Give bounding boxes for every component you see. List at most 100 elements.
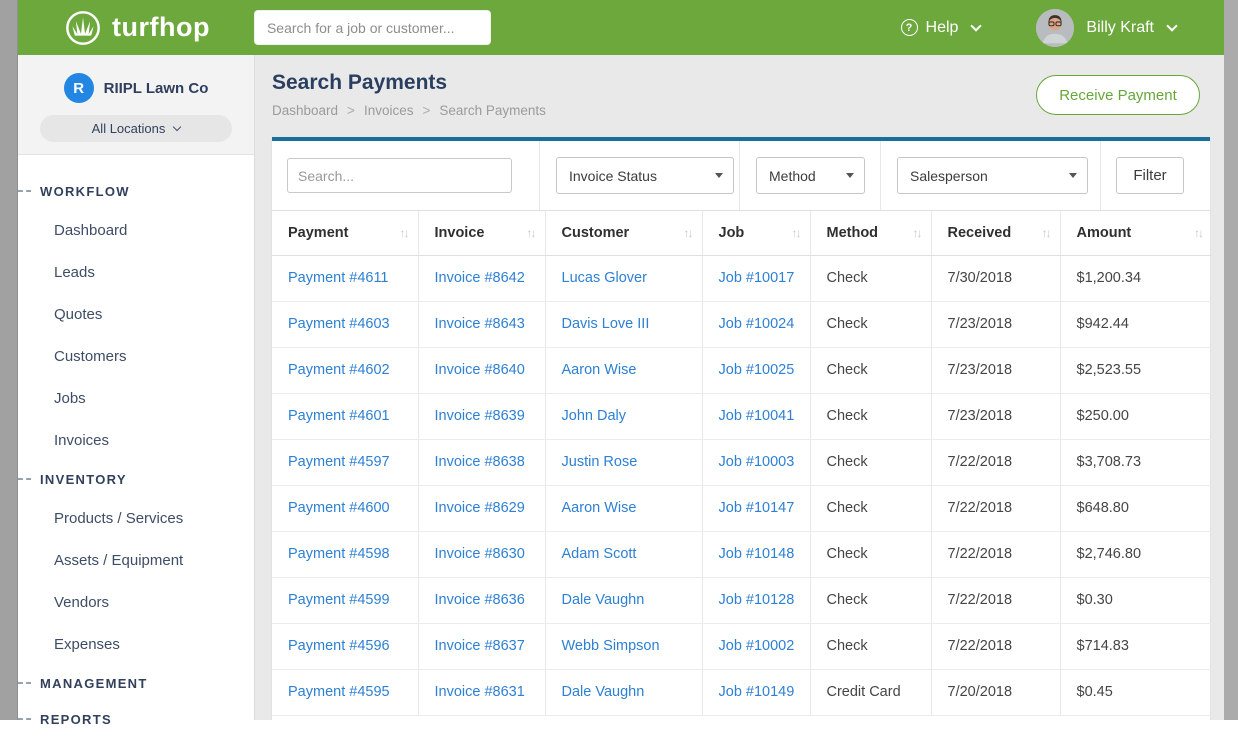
sidebar-item-quotes[interactable]: Quotes	[18, 293, 254, 335]
sort-icon[interactable]: ↑↓	[792, 226, 800, 240]
invoice-link[interactable]: Invoice #8639	[418, 393, 545, 439]
help-menu[interactable]: ? Help	[901, 19, 981, 37]
method-cell: Check	[810, 301, 931, 347]
locations-dropdown[interactable]: All Locations	[40, 115, 232, 142]
user-avatar[interactable]	[1036, 9, 1074, 47]
brand-name: turfhop	[112, 12, 210, 43]
sidebar-item-customers[interactable]: Customers	[18, 335, 254, 377]
user-menu[interactable]: Billy Kraft	[1086, 19, 1176, 37]
sort-icon[interactable]: ↑↓	[913, 226, 921, 240]
payment-link[interactable]: Payment #4598	[272, 531, 418, 577]
job-link[interactable]: Job #10024	[702, 301, 810, 347]
sidebar: R RIIPL Lawn Co All Locations WORKFLOW D…	[18, 55, 255, 720]
customer-link[interactable]: Adam Scott	[545, 531, 702, 577]
invoice-link[interactable]: Invoice #8629	[418, 485, 545, 531]
payment-link[interactable]: Payment #4601	[272, 393, 418, 439]
job-link[interactable]: Job #10017	[702, 255, 810, 301]
sidebar-item-expenses[interactable]: Expenses	[18, 623, 254, 665]
customer-link[interactable]: Davis Love III	[545, 301, 702, 347]
job-link[interactable]: Job #10041	[702, 393, 810, 439]
column-header-invoice[interactable]: Invoice↑↓	[418, 211, 545, 255]
invoice-status-select[interactable]: Invoice Status	[556, 157, 734, 194]
job-link[interactable]: Job #10148	[702, 531, 810, 577]
table-search-input[interactable]	[287, 158, 512, 193]
section-heading-workflow[interactable]: WORKFLOW	[18, 173, 254, 209]
column-header-received[interactable]: Received↑↓	[931, 211, 1060, 255]
customer-link[interactable]: Webb Simpson	[545, 623, 702, 669]
sidebar-item-dashboard[interactable]: Dashboard	[18, 209, 254, 251]
section-heading-inventory[interactable]: INVENTORY	[18, 461, 254, 497]
method-cell: Check	[810, 255, 931, 301]
column-header-method[interactable]: Method↑↓	[810, 211, 931, 255]
breadcrumb-separator: >	[347, 103, 355, 118]
sidebar-item-jobs[interactable]: Jobs	[18, 377, 254, 419]
filter-button[interactable]: Filter	[1116, 157, 1184, 194]
table-row: Payment #4599 Invoice #8636 Dale Vaughn …	[272, 577, 1212, 623]
payment-link[interactable]: Payment #4597	[272, 439, 418, 485]
invoice-link[interactable]: Invoice #8638	[418, 439, 545, 485]
brand-logo[interactable]: turfhop	[64, 9, 210, 47]
method-cell: Check	[810, 577, 931, 623]
receive-payment-button[interactable]: Receive Payment	[1036, 75, 1200, 115]
payment-link[interactable]: Payment #4599	[272, 577, 418, 623]
payment-link[interactable]: Payment #4611	[272, 255, 418, 301]
column-header-payment[interactable]: Payment↑↓	[272, 211, 418, 255]
user-name: Billy Kraft	[1086, 19, 1154, 37]
section-heading-management[interactable]: MANAGEMENT	[18, 665, 254, 701]
invoice-link[interactable]: Invoice #8642	[418, 255, 545, 301]
job-link[interactable]: Job #10003	[702, 439, 810, 485]
customer-link[interactable]: Aaron Wise	[545, 485, 702, 531]
dropdown-arrow-icon	[715, 173, 723, 178]
sort-icon[interactable]: ↑↓	[527, 226, 535, 240]
column-header-amount[interactable]: Amount↑↓	[1060, 211, 1212, 255]
customer-link[interactable]: Dale Vaughn	[545, 577, 702, 623]
sidebar-item-invoices[interactable]: Invoices	[18, 419, 254, 461]
invoice-link[interactable]: Invoice #8630	[418, 531, 545, 577]
global-search-input[interactable]	[254, 10, 491, 45]
customer-link[interactable]: John Daly	[545, 393, 702, 439]
left-scrollbar[interactable]	[0, 0, 18, 720]
column-header-customer[interactable]: Customer↑↓	[545, 211, 702, 255]
method-cell: Check	[810, 531, 931, 577]
sort-icon[interactable]: ↑↓	[1194, 226, 1202, 240]
job-link[interactable]: Job #10002	[702, 623, 810, 669]
amount-cell: $0.45	[1060, 669, 1212, 715]
customer-link[interactable]: Aaron Wise	[545, 347, 702, 393]
job-link[interactable]: Job #10149	[702, 669, 810, 715]
payment-link[interactable]: Payment #4595	[272, 669, 418, 715]
job-link[interactable]: Job #10147	[702, 485, 810, 531]
customer-link[interactable]: Dale Vaughn	[545, 669, 702, 715]
sidebar-item-vendors[interactable]: Vendors	[18, 581, 254, 623]
invoice-link[interactable]: Invoice #8640	[418, 347, 545, 393]
column-header-job[interactable]: Job↑↓	[702, 211, 810, 255]
customer-link[interactable]: Lucas Glover	[545, 255, 702, 301]
payment-link[interactable]: Payment #4603	[272, 301, 418, 347]
sidebar-item-products-services[interactable]: Products / Services	[18, 497, 254, 539]
customer-link[interactable]: Justin Rose	[545, 439, 702, 485]
sort-icon[interactable]: ↑↓	[400, 226, 408, 240]
received-cell: 7/22/2018	[931, 439, 1060, 485]
job-link[interactable]: Job #10025	[702, 347, 810, 393]
salesperson-select[interactable]: Salesperson	[897, 157, 1088, 194]
invoice-link[interactable]: Invoice #8636	[418, 577, 545, 623]
sort-icon[interactable]: ↑↓	[684, 226, 692, 240]
dropdown-arrow-icon	[846, 173, 854, 178]
payment-link[interactable]: Payment #4596	[272, 623, 418, 669]
section-heading-reports[interactable]: REPORTS	[18, 701, 254, 737]
invoice-link[interactable]: Invoice #8643	[418, 301, 545, 347]
sidebar-item-leads[interactable]: Leads	[18, 251, 254, 293]
table-row: Payment #4611 Invoice #8642 Lucas Glover…	[272, 255, 1212, 301]
method-select[interactable]: Method	[756, 157, 865, 194]
breadcrumb-dashboard[interactable]: Dashboard	[272, 103, 338, 118]
invoice-link[interactable]: Invoice #8637	[418, 623, 545, 669]
right-scrollbar[interactable]	[1224, 0, 1238, 720]
company-switcher[interactable]: R RIIPL Lawn Co	[64, 73, 209, 103]
invoice-link[interactable]: Invoice #8631	[418, 669, 545, 715]
job-link[interactable]: Job #10128	[702, 577, 810, 623]
sidebar-item-assets-equipment[interactable]: Assets / Equipment	[18, 539, 254, 581]
breadcrumb-invoices[interactable]: Invoices	[364, 103, 414, 118]
payment-link[interactable]: Payment #4600	[272, 485, 418, 531]
payment-link[interactable]: Payment #4602	[272, 347, 418, 393]
sort-icon[interactable]: ↑↓	[1042, 226, 1050, 240]
top-header: turfhop ? Help Billy Kraft	[18, 0, 1224, 55]
